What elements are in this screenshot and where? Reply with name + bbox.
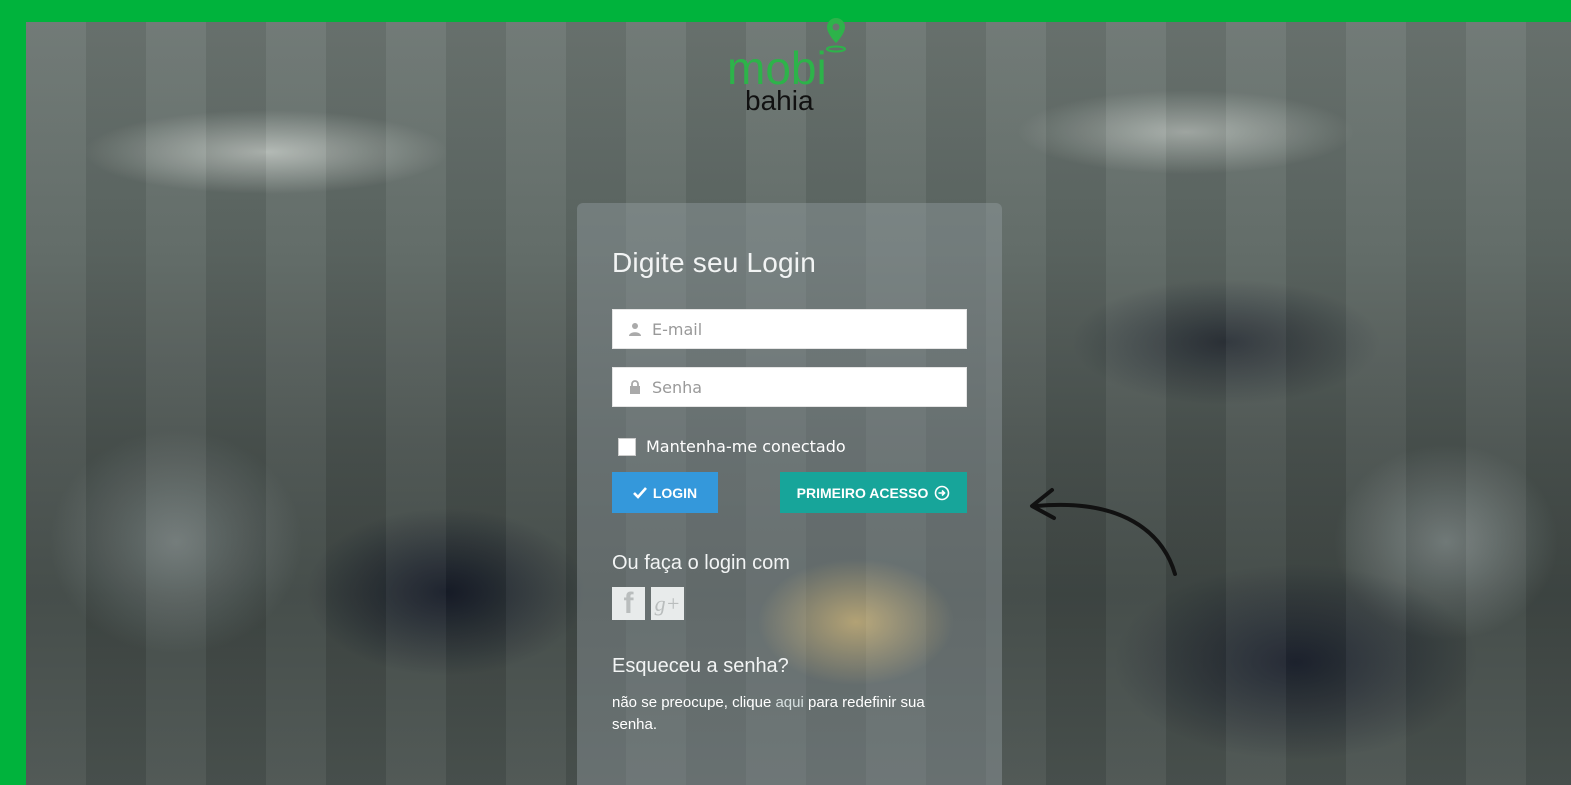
forgot-text-before: não se preocupe, clique [612, 694, 776, 711]
lock-icon [628, 380, 642, 394]
annotation-arrow [1030, 488, 1177, 576]
reset-password-link[interactable]: aqui [775, 694, 803, 711]
first-access-button[interactable]: PRIMEIRO ACESSO [780, 472, 967, 513]
password-field[interactable] [612, 367, 967, 407]
user-icon [628, 322, 642, 336]
check-icon [632, 486, 647, 499]
social-login-title: Ou faça o login com [612, 552, 790, 574]
login-title: Digite seu Login [612, 247, 816, 278]
facebook-icon[interactable]: f [612, 587, 645, 620]
forgot-password-text: não se preocupe, clique aqui para redefi… [612, 692, 952, 736]
mobi-bahia-logo: mobi bahia [727, 16, 847, 116]
logo-graphic: mobi bahia [727, 18, 846, 116]
login-panel: Digite seu Login Mantenha-me conectado L… [577, 203, 1002, 785]
email-field[interactable] [612, 309, 967, 349]
login-button[interactable]: LOGIN [612, 472, 718, 513]
google-plus-icon[interactable]: g+ [651, 587, 684, 620]
facebook-glyph: f [623, 586, 634, 620]
forgot-password-title: Esqueceu a senha? [612, 655, 789, 677]
remember-label: Mantenha-me conectado [646, 437, 846, 456]
first-access-label: PRIMEIRO ACESSO [796, 484, 929, 501]
remember-checkbox[interactable] [618, 437, 636, 456]
arrow-circle-right-icon [935, 485, 950, 500]
remember-me[interactable]: Mantenha-me conectado [618, 437, 846, 456]
password-input[interactable] [652, 369, 952, 405]
logo-text-bottom: bahia [745, 85, 814, 116]
google-plus-glyph: g+ [654, 590, 681, 616]
email-input[interactable] [652, 311, 952, 347]
login-button-label: LOGIN [652, 484, 698, 501]
map-pin-icon [826, 18, 846, 53]
